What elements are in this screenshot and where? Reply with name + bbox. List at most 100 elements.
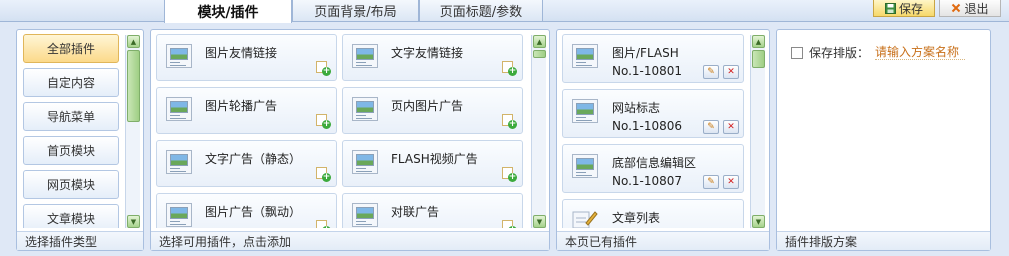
tab-label: 页面标题/参数 — [439, 5, 523, 20]
scroll-up-arrow-icon[interactable]: ▲ — [533, 35, 546, 48]
image-thumbnail-icon — [572, 99, 598, 123]
tab-label: 页面背景/布局 — [314, 5, 397, 20]
plugin-name: 网站标志 — [612, 101, 661, 115]
image-thumbnail-icon — [166, 97, 192, 121]
category-label: 全部插件 — [46, 42, 95, 56]
tab-label: 模块/插件 — [197, 4, 259, 21]
add-plugin-icon[interactable]: + — [316, 61, 331, 76]
close-icon — [952, 3, 961, 13]
plugin-name: 底部信息编辑区 — [612, 156, 697, 170]
category-list: 全部插件 自定内容 导航菜单 首页模块 网页模块 文章模块 — [23, 34, 119, 228]
tab-modules-plugins[interactable]: 模块/插件 — [164, 0, 292, 23]
plugin-name: 图片广告（飘动） — [205, 205, 302, 219]
page-plugin-card[interactable]: 底部信息编辑区 No.1-10807 ✎ ✕ — [562, 144, 744, 193]
plugin-name: 文字广告（静态） — [205, 152, 302, 166]
page-plugin-card[interactable]: 图片/FLASH No.1-10801 ✎ ✕ — [562, 34, 744, 83]
exit-button[interactable]: 退出 — [939, 0, 1001, 17]
add-plugin-icon[interactable]: + — [316, 114, 331, 129]
plugin-name: 文章列表 — [612, 211, 661, 225]
page-plugin-card[interactable]: 网站标志 No.1-10806 ✎ ✕ — [562, 89, 744, 138]
page-plugin-card[interactable]: 文章列表 — [562, 199, 744, 228]
floppy-icon — [884, 2, 896, 14]
save-layout-checkbox[interactable] — [791, 46, 803, 59]
plugin-name: 页内图片广告 — [391, 99, 464, 113]
footer-label: 本页已有插件 — [565, 234, 638, 249]
scroll-up-arrow-icon[interactable]: ▲ — [752, 35, 765, 48]
panel-footer: 本页已有插件 — [557, 231, 769, 250]
scroll-thumb[interactable] — [127, 50, 140, 122]
save-scheme-row: 保存排版： — [791, 44, 966, 61]
footer-label: 插件排版方案 — [785, 234, 858, 249]
edit-icon[interactable]: ✎ — [703, 120, 719, 134]
category-label: 自定内容 — [46, 76, 95, 90]
add-plugin-icon[interactable]: + — [502, 114, 517, 129]
plugin-name: 文字友情链接 — [391, 46, 464, 60]
category-web-modules[interactable]: 网页模块 — [23, 170, 119, 199]
scroll-thumb[interactable] — [752, 50, 765, 68]
panel-footer: 选择插件类型 — [17, 231, 143, 250]
delete-icon[interactable]: ✕ — [723, 175, 739, 189]
plugin-code: No.1-10806 — [612, 119, 683, 133]
plugin-card[interactable]: 图片友情链接 + — [156, 34, 337, 81]
plugin-card[interactable]: 图片轮播广告 + — [156, 87, 337, 134]
add-plugin-icon[interactable]: + — [316, 220, 331, 228]
add-plugin-icon[interactable]: + — [316, 167, 331, 182]
plugin-card[interactable]: FLASH视频广告 + — [342, 140, 523, 187]
scroll-down-arrow-icon[interactable]: ▼ — [127, 215, 140, 228]
panel-footer: 插件排版方案 — [777, 231, 990, 250]
image-thumbnail-icon — [352, 44, 378, 68]
image-thumbnail-icon — [572, 44, 598, 68]
scroll-up-arrow-icon[interactable]: ▲ — [127, 35, 140, 48]
plugin-card[interactable]: 页内图片广告 + — [342, 87, 523, 134]
category-home-modules[interactable]: 首页模块 — [23, 136, 119, 165]
category-label: 首页模块 — [46, 144, 95, 158]
category-nav-menu[interactable]: 导航菜单 — [23, 102, 119, 131]
plugin-card[interactable]: 对联广告 + — [342, 193, 523, 228]
footer-label: 选择可用插件，点击添加 — [159, 234, 292, 249]
add-plugin-icon[interactable]: + — [502, 220, 517, 228]
plugin-category-panel: 全部插件 自定内容 导航菜单 首页模块 网页模块 文章模块 ▲ ▼ 选择插件类型 — [16, 29, 144, 251]
exit-label: 退出 — [964, 1, 989, 16]
plugin-name: FLASH视频广告 — [391, 152, 478, 166]
available-plugins-panel: 图片友情链接 + 文字友情链接 + 图片轮播广告 + 页内图片广告 + 文字广告… — [150, 29, 550, 251]
plugin-card[interactable]: 文字友情链接 + — [342, 34, 523, 81]
plugin-code: No.1-10801 — [612, 64, 683, 78]
scroll-down-arrow-icon[interactable]: ▼ — [533, 215, 546, 228]
panel-footer: 选择可用插件，点击添加 — [151, 231, 549, 250]
page-plugins-panel: 图片/FLASH No.1-10801 ✎ ✕ 网站标志 No.1-10806 … — [556, 29, 770, 251]
edit-icon[interactable]: ✎ — [703, 175, 719, 189]
footer-label: 选择插件类型 — [25, 234, 98, 249]
add-plugin-icon[interactable]: + — [502, 61, 517, 76]
available-plugin-grid: 图片友情链接 + 文字友情链接 + 图片轮播广告 + 页内图片广告 + 文字广告… — [156, 34, 528, 228]
scroll-thumb[interactable] — [533, 50, 546, 58]
add-plugin-icon[interactable]: + — [502, 167, 517, 182]
category-custom-content[interactable]: 自定内容 — [23, 68, 119, 97]
save-button[interactable]: 保存 — [873, 0, 935, 17]
category-label: 导航菜单 — [46, 110, 95, 124]
category-scrollbar[interactable]: ▲ ▼ — [125, 35, 140, 228]
edit-icon[interactable]: ✎ — [703, 65, 719, 79]
page-plugins-scrollbar[interactable]: ▲ ▼ — [750, 35, 765, 228]
layout-scheme-panel: 保存排版： 插件排版方案 — [776, 29, 991, 251]
plugin-name: 图片友情链接 — [205, 46, 278, 60]
plugin-card[interactable]: 文字广告（静态） + — [156, 140, 337, 187]
delete-icon[interactable]: ✕ — [723, 120, 739, 134]
image-thumbnail-icon — [572, 154, 598, 178]
plugin-name: 图片/FLASH — [612, 46, 679, 60]
page-plugin-list: 图片/FLASH No.1-10801 ✎ ✕ 网站标志 No.1-10806 … — [562, 34, 746, 228]
image-thumbnail-icon — [166, 203, 192, 227]
category-all-plugins[interactable]: 全部插件 — [23, 34, 119, 63]
plugin-card[interactable]: 图片广告（飘动） + — [156, 193, 337, 228]
tab-page-title-params[interactable]: 页面标题/参数 — [419, 0, 543, 22]
scheme-name-input[interactable] — [875, 45, 966, 60]
category-article-modules[interactable]: 文章模块 — [23, 204, 119, 228]
plugin-code: No.1-10807 — [612, 174, 683, 188]
image-thumbnail-icon — [352, 203, 378, 227]
save-label: 保存 — [898, 1, 923, 16]
tab-page-background-layout[interactable]: 页面背景/布局 — [292, 0, 419, 22]
available-plugins-scrollbar[interactable]: ▲ ▼ — [531, 35, 546, 228]
scroll-down-arrow-icon[interactable]: ▼ — [752, 215, 765, 228]
delete-icon[interactable]: ✕ — [723, 65, 739, 79]
plugin-name: 图片轮播广告 — [205, 99, 278, 113]
top-tab-bar: 模块/插件 页面背景/布局 页面标题/参数 保存 退出 — [0, 0, 1009, 23]
